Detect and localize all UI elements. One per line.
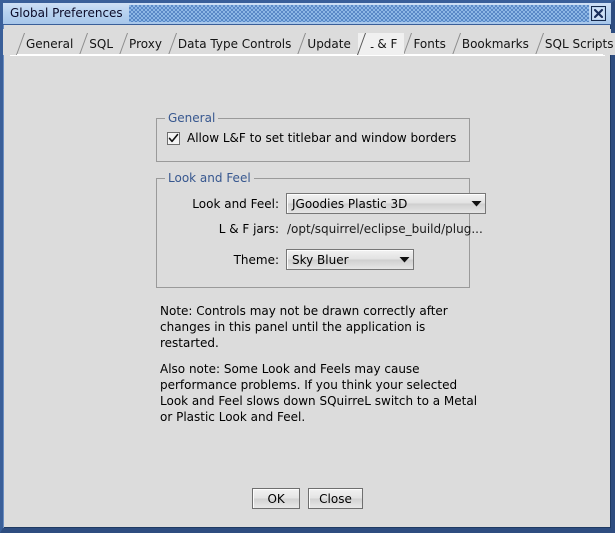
allow-lf-titlebar-label: Allow L&F to set titlebar and window bor… xyxy=(187,131,457,145)
look-and-feel-groupbox: Look and Feel Look and Feel: JGoodies Pl… xyxy=(156,171,486,288)
tab-data-type-controls[interactable]: Data Type Controls xyxy=(168,33,299,55)
allow-lf-titlebar-checkbox[interactable] xyxy=(167,131,180,145)
window-titlebar[interactable]: Global Preferences xyxy=(3,3,611,25)
note-restart-text: Note: Controls may not be drawn correctl… xyxy=(160,304,448,350)
theme-select[interactable]: Sky Bluer xyxy=(286,249,414,270)
chevron-down-icon xyxy=(467,200,485,207)
look-and-feel-label: Look and Feel: xyxy=(192,196,279,211)
look-and-feel-select[interactable]: JGoodies Plastic 3D xyxy=(286,193,486,214)
look-and-feel-groupbox-legend: Look and Feel xyxy=(165,171,254,185)
general-groupbox-legend: General xyxy=(165,111,219,125)
tab-general[interactable]: General xyxy=(17,33,81,55)
dialog-button-bar: OK Close xyxy=(10,488,605,509)
tab-bookmarks[interactable]: Bookmarks xyxy=(452,33,536,55)
global-preferences-window: Global Preferences General SQL Proxy Dat… xyxy=(0,0,615,533)
look-and-feel-row: Look and Feel: JGoodies Plastic 3D xyxy=(167,193,486,214)
checkmark-icon xyxy=(168,133,179,142)
lf-jars-value: /opt/squirrel/eclipse_build/plug... xyxy=(287,222,483,236)
allow-lf-titlebar-row[interactable]: Allow L&F to set titlebar and window bor… xyxy=(167,131,456,145)
tabstrip-underline xyxy=(17,54,603,55)
tab-sql[interactable]: SQL xyxy=(80,33,121,55)
tab-sql-scripts[interactable]: SQL Scripts xyxy=(535,33,615,55)
theme-label: Theme: xyxy=(233,252,279,267)
titlebar-texture xyxy=(128,5,589,22)
general-groupbox: General Allow L&F to set titlebar and wi… xyxy=(156,111,470,162)
look-and-feel-select-value: JGoodies Plastic 3D xyxy=(292,196,408,211)
l-and-f-tab-panel: General Allow L&F to set titlebar and wi… xyxy=(10,55,605,521)
lf-jars-row: L & F jars: /opt/squirrel/eclipse_build/… xyxy=(167,222,483,236)
close-icon[interactable] xyxy=(591,6,606,21)
tab-proxy[interactable]: Proxy xyxy=(120,33,169,55)
lf-jars-label: L & F jars: xyxy=(218,222,279,236)
ok-button[interactable]: OK xyxy=(252,488,301,509)
theme-row: Theme: Sky Bluer xyxy=(167,249,414,270)
chevron-down-icon xyxy=(395,256,413,263)
tab-update[interactable]: Update xyxy=(298,33,358,55)
window-title: Global Preferences xyxy=(3,3,127,24)
preferences-tabstrip: General SQL Proxy Data Type Controls Upd… xyxy=(3,29,615,55)
close-button[interactable]: Close xyxy=(308,488,363,509)
theme-select-value: Sky Bluer xyxy=(292,252,349,267)
note-performance-text: Also note: Some Look and Feels may cause… xyxy=(160,362,478,424)
tab-l-and-f[interactable]: L & F xyxy=(357,33,405,55)
